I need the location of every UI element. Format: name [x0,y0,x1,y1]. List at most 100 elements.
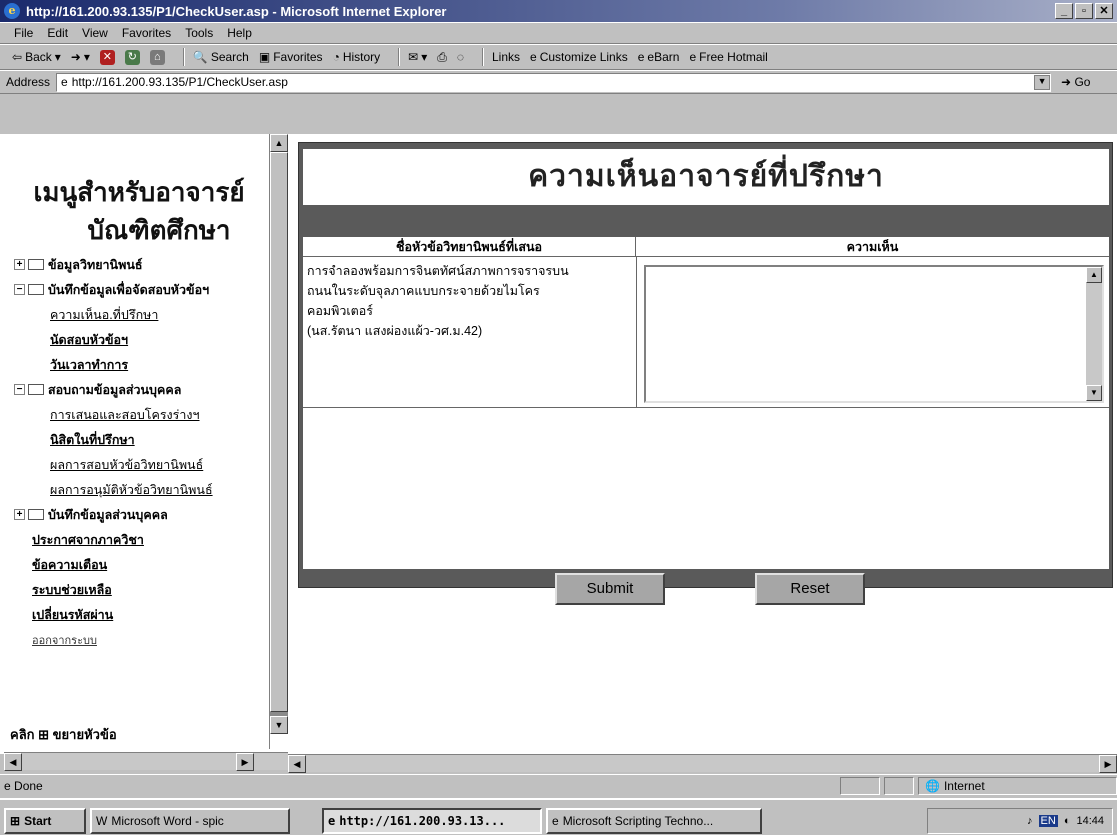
favorites-button[interactable]: ▣ Favorites [259,50,323,64]
address-dropdown-icon[interactable]: ▼ [1034,74,1051,90]
scroll-thumb[interactable] [270,152,288,712]
menu-edit[interactable]: Edit [47,26,68,40]
ie-icon: e [328,814,336,828]
collapse-icon[interactable]: − [14,384,25,395]
col-header-thesis: ชื่อหัวข้อวิทยานิพนธ์ที่เสนอ [303,237,636,257]
home-button[interactable]: ⌂ [149,49,165,65]
links-label[interactable]: Links [492,50,520,64]
menu-file[interactable]: File [14,26,33,40]
menu-link-help[interactable]: ระบบช่วยเหลือ [14,577,269,602]
folder-icon [28,509,44,520]
submit-button[interactable]: Submit [555,573,665,605]
menu-view[interactable]: View [82,26,108,40]
textarea-scrollbar[interactable]: ▲ ▼ [1086,267,1102,401]
menu-link-exam-results[interactable]: ผลการสอบหัวข้อวิทยานิพนธ์ [14,452,269,477]
collapse-icon[interactable]: − [14,284,25,295]
main-horizontal-scrollbar[interactable]: ◀ ▶ [288,754,1117,773]
menu-link-approval-results[interactable]: ผลการอนุมัติหัวข้อวิทยานิพนธ์ [14,477,269,502]
scroll-down-icon[interactable]: ▼ [1086,385,1102,401]
discuss-icon: ◌ [456,50,464,64]
tree-folder-personal-record[interactable]: + บันทึกข้อมูลส่วนบุคคล [14,502,269,527]
language-indicator[interactable]: EN [1038,815,1058,827]
tree-folder-personal-query[interactable]: − สอบถามข้อมูลส่วนบุคคล [14,377,269,402]
menu-bar: File Edit View Favorites Tools Help [0,22,1117,44]
ie-icon: e [552,814,559,828]
expand-icon[interactable]: + [14,509,25,520]
menu-link-office-hours[interactable]: วันเวลาทำการ [14,352,269,377]
free-hotmail-link[interactable]: e Free Hotmail [689,50,767,64]
ie-link-icon: e [530,50,537,64]
comment-textarea[interactable]: ▲ ▼ [644,265,1104,403]
tree-folder-thesis[interactable]: + ข้อมูลวิทยานิพนธ์ [14,252,269,277]
scroll-up-icon[interactable]: ▲ [1086,267,1102,283]
mail-icon: ✉ [408,50,419,64]
scroll-down-icon[interactable]: ▼ [270,716,288,734]
expand-icon[interactable]: + [14,259,25,270]
reset-button[interactable]: Reset [755,573,865,605]
print-button[interactable]: ⎙ [437,50,447,65]
tree-folder-record-exam[interactable]: − บันทึกข้อมูลเพื่อจัดสอบหัวข้อฯ [14,277,269,302]
stop-icon: ✕ [99,49,115,65]
system-tray: ♪ EN ◐ 14:44 [927,808,1113,834]
tray-icon[interactable]: ◐ [1064,815,1071,827]
task-scripting[interactable]: e Microsoft Scripting Techno... [546,808,762,834]
menu-favorites[interactable]: Favorites [122,26,171,40]
scroll-right-icon[interactable]: ▶ [236,753,254,771]
favorites-icon: ▣ [258,50,271,64]
title-bar: e http://161.200.93.135/P1/CheckUser.asp… [0,0,1117,22]
folder-open-icon [28,384,44,395]
menu-link-proposal[interactable]: การเสนอและสอบโครงร่างฯ [14,402,269,427]
start-button[interactable]: ⊞ Start [4,808,86,834]
task-ie-checkuser[interactable]: e http://161.200.93.13... [322,808,542,834]
back-button[interactable]: ⇦ Back ▾ [12,50,61,64]
expand-hint: คลิก ⊞ ขยายหัวข้อ [10,727,117,742]
ebarn-link[interactable]: e eBarn [638,50,680,64]
menu-link-change-password[interactable]: เปลี่ยนรหัสผ่าน [14,602,269,627]
address-bar: Address e http://161.200.93.135/P1/Check… [0,70,1117,94]
menu-link-announcements[interactable]: ประกาศจากภาควิชา [14,527,269,552]
menu-link-alerts[interactable]: ข้อความเตือน [14,552,269,577]
word-icon: W [96,814,108,828]
status-bar: e Done 🌐 Internet [0,774,1117,796]
address-input[interactable]: e http://161.200.93.135/P1/CheckUser.asp… [56,72,1052,92]
left-vertical-scrollbar[interactable]: ▲ ▼ [270,134,288,734]
left-menu-frame: เมนูสำหรับอาจารย์ บัณฑิตศึกษา + ข้อมูลวิท… [4,134,270,749]
scroll-left-icon[interactable]: ◀ [4,753,22,771]
scroll-up-icon[interactable]: ▲ [270,134,288,152]
search-button[interactable]: 🔍 Search [193,50,249,64]
go-button[interactable]: ➜ Go [1061,75,1090,89]
menu-link-logout[interactable]: ออกจากระบบ [14,627,269,652]
scroll-left-icon[interactable]: ◀ [288,755,306,773]
stop-button[interactable]: ✕ [99,49,115,65]
ie-link-icon: e [637,50,645,64]
taskbar: ⊞ Start W Microsoft Word - spic e http:/… [0,798,1117,835]
refresh-icon: ↻ [124,49,140,65]
go-arrow-icon: ➜ [1061,75,1072,89]
address-label: Address [6,75,51,89]
forward-button[interactable]: ➜ ▾ [71,50,90,64]
refresh-button[interactable]: ↻ [124,49,140,65]
comment-table: ชื่อหัวข้อวิทยานิพนธ์ที่เสนอ ความเห็น กา… [303,237,1109,605]
menu-link-advisees[interactable]: นิสิตในที่ปรึกษา [14,427,269,452]
discuss-button[interactable]: ◌ [457,50,464,64]
scroll-right-icon[interactable]: ▶ [1099,755,1117,773]
task-word[interactable]: W Microsoft Word - spic [90,808,290,834]
mail-button[interactable]: ✉ ▾ [408,50,427,64]
ie-link-icon: e [689,50,697,64]
status-text: Done [14,778,43,793]
menu-link-exam-appointment[interactable]: นัดสอบหัวข้อฯ [14,327,269,352]
zone-indicator: 🌐 Internet [918,777,1117,795]
customize-links-link[interactable]: e Customize Links [530,50,628,64]
comment-panel: ความเห็นอาจารย์ที่ปรึกษา ชื่อหัวข้อวิทยา… [298,142,1113,605]
minimize-button[interactable]: _ [1055,3,1073,19]
menu-tools[interactable]: Tools [185,26,213,40]
left-horizontal-scrollbar[interactable]: ◀ ▶ [4,752,288,771]
speaker-icon[interactable]: ♪ [1027,815,1033,827]
history-button[interactable]: ◔ History [333,50,381,64]
close-button[interactable]: ✕ [1095,3,1113,19]
menu-link-advisor-comment[interactable]: ความเห็นอ.ที่ปรึกษา [14,302,269,327]
maximize-button[interactable]: ▫ [1075,3,1093,19]
internet-globe-icon: 🌐 [925,779,940,793]
folder-icon [28,259,44,270]
menu-help[interactable]: Help [227,26,252,40]
